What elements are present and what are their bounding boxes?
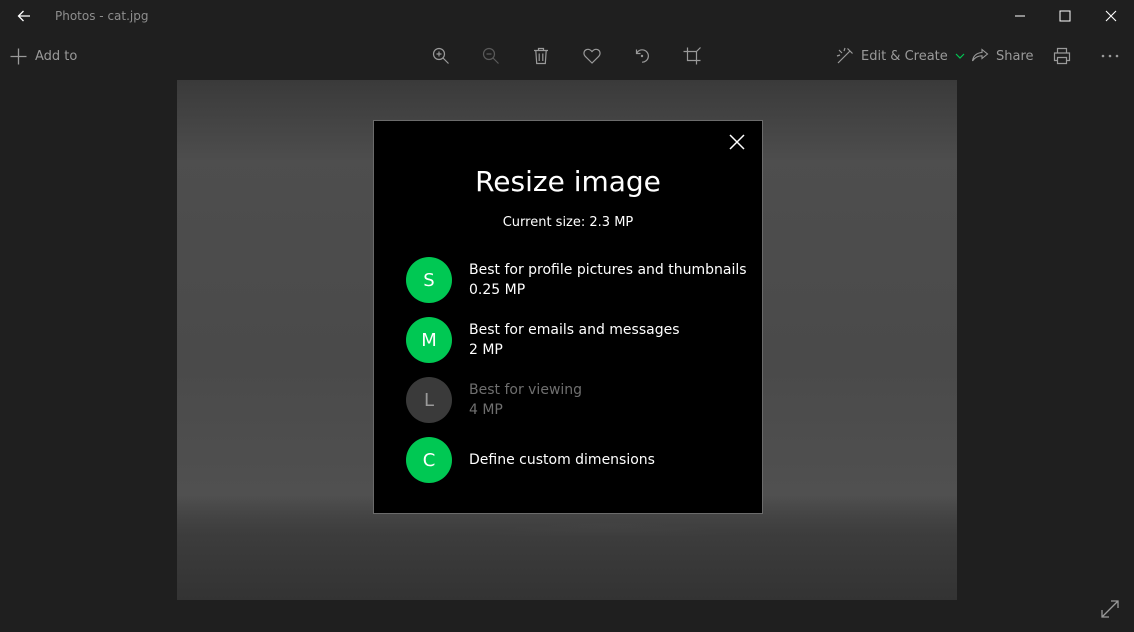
resize-dialog: Resize image Current size: 2.3 MP S Best… — [373, 120, 763, 514]
more-icon — [1101, 54, 1119, 58]
toolbar: Add to Edit & Create Share — [0, 32, 1134, 80]
add-to-label: Add to — [35, 48, 78, 64]
option-size: 2 MP — [469, 342, 503, 358]
crop-button[interactable] — [679, 44, 705, 68]
plus-icon — [10, 48, 27, 64]
heart-icon — [583, 48, 601, 64]
close-window-button[interactable] — [1088, 0, 1134, 32]
option-label: Best for emails and messages — [469, 322, 680, 338]
back-arrow-icon — [17, 10, 30, 22]
title-bar: Photos - cat.jpg — [0, 0, 1134, 32]
back-button[interactable] — [8, 2, 40, 30]
delete-icon — [534, 47, 548, 65]
zoom-out-icon — [482, 47, 499, 64]
current-size-text: Current size: 2.3 MP — [502, 215, 634, 230]
zoom-out-button[interactable] — [478, 44, 504, 68]
minimize-button[interactable] — [997, 0, 1043, 32]
option-size: 4 MP — [469, 402, 503, 418]
size-letter-badge: C — [406, 437, 452, 483]
rotate-button[interactable] — [629, 44, 655, 68]
size-option-medium[interactable]: M Best for emails and messages 2 MP — [406, 315, 746, 365]
share-icon — [971, 48, 989, 62]
crop-icon — [683, 47, 701, 65]
size-letter-badge: S — [406, 257, 452, 303]
delete-button[interactable] — [528, 44, 554, 68]
minimize-icon — [1015, 15, 1025, 17]
dialog-close-button[interactable] — [724, 129, 750, 155]
option-label: Best for profile pictures and thumbnails — [469, 262, 747, 278]
print-button[interactable] — [1049, 44, 1075, 68]
chevron-down-icon — [955, 53, 965, 59]
option-label: Best for viewing — [469, 382, 583, 398]
share-label: Share — [996, 48, 1034, 64]
size-letter-badge: M — [406, 317, 452, 363]
zoom-in-button[interactable] — [428, 44, 454, 68]
maximize-icon — [1059, 10, 1071, 22]
edit-create-icon — [836, 47, 853, 64]
option-size: 0.25 MP — [469, 282, 526, 298]
more-options-button[interactable] — [1097, 44, 1123, 68]
size-option-custom[interactable]: C Define custom dimensions — [406, 435, 746, 485]
edit-create-label: Edit & Create — [861, 48, 948, 64]
add-to-button[interactable]: Add to — [10, 45, 77, 67]
option-label: Define custom dimensions — [469, 452, 655, 468]
rotate-icon — [635, 49, 649, 63]
window-title: Photos - cat.jpg — [55, 9, 149, 23]
fullscreen-button[interactable] — [1098, 597, 1122, 621]
size-option-large: L Best for viewing 4 MP — [406, 375, 746, 425]
edit-create-button[interactable]: Edit & Create — [836, 45, 965, 67]
share-button[interactable]: Share — [971, 45, 1034, 67]
favorite-button[interactable] — [579, 44, 605, 68]
print-icon — [1053, 47, 1071, 65]
close-icon — [1105, 10, 1117, 22]
close-icon — [729, 134, 745, 150]
size-letter-badge: L — [406, 377, 452, 423]
maximize-button[interactable] — [1042, 0, 1088, 32]
size-option-small[interactable]: S Best for profile pictures and thumbnai… — [406, 255, 747, 305]
zoom-in-icon — [432, 47, 449, 64]
expand-icon — [1101, 600, 1119, 618]
dialog-title: Resize image — [475, 165, 661, 198]
